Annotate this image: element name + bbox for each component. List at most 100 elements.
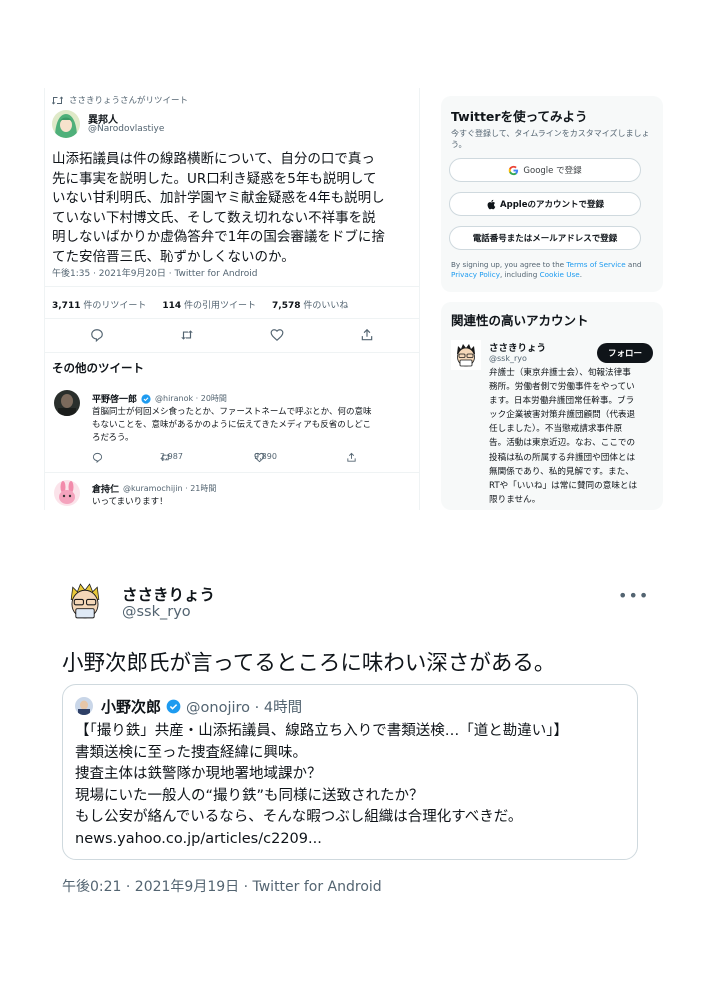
legal-period: .	[579, 270, 582, 279]
like-icon[interactable]	[270, 328, 284, 342]
tweet-line: ろだろう。	[92, 433, 134, 443]
like-count: 9,890	[254, 452, 277, 461]
column-border-left	[44, 88, 45, 510]
tweet-text: 山添拓議員は件の線路横断について、自分の口で真っ 先に事実を説明した。UR口利き…	[52, 150, 412, 267]
avatar[interactable]	[62, 578, 108, 624]
share-icon[interactable]	[360, 328, 374, 342]
tweet-header: 倉持仁 @kuramochijin · 21時間	[92, 482, 216, 495]
quote-count: 114	[162, 301, 182, 311]
reply-icon[interactable]	[90, 328, 104, 342]
tweet-actions: 2,987 9,890	[92, 452, 372, 466]
like-stat[interactable]: 7,578 件のいいね	[272, 298, 348, 311]
divider	[44, 286, 420, 287]
divider	[44, 472, 420, 473]
avatar[interactable]	[54, 390, 80, 416]
display-name[interactable]: ささきりょう	[122, 583, 215, 605]
bio-line: ック企業被害対策弁護団顧問（代表退	[489, 410, 636, 421]
tweet-line: ていない下村博文氏、そして数え切れない不祥事を説	[52, 209, 376, 226]
apple-icon	[486, 199, 496, 210]
signup-subtitle: 今すぐ登録して、タイムラインをカスタマイズしましょ う。	[451, 128, 657, 150]
tweet-line: いってまいります！	[92, 497, 168, 507]
like-action[interactable]: 9,890	[254, 452, 277, 463]
reply-icon[interactable]	[92, 452, 103, 463]
handle-time[interactable]: @hiranok · 20時間	[155, 393, 227, 404]
quote-line: 現場にいた一般人の“撮り鉄”も同様に送致されたか？	[75, 787, 424, 804]
like-count: 7,578	[272, 301, 301, 311]
apple-signup-label: Appleのアカウントで登録	[500, 200, 604, 210]
retweet-icon	[52, 96, 63, 105]
phone-email-signup-label: 電話番号またはメールアドレスで登録	[472, 234, 618, 244]
tweet-line: 首脳同士が何回メシ食ったとか、ファーストネームで呼ぶとか、何の意味	[92, 407, 372, 417]
retweet-icon[interactable]	[180, 328, 194, 342]
quoted-tweet[interactable]: 小野次郎 @onojiro · 4時間 【「撮り鉄」共産・山添拓議員、線路立ち入…	[62, 684, 638, 860]
divider	[44, 352, 420, 353]
tweet-timestamp[interactable]: 午後1:35 · 2021年9月20日 · Twitter for Androi…	[52, 266, 258, 279]
share-icon[interactable]	[346, 452, 357, 463]
tweet-line: 先に事実を説明した。UR口利き疑惑を5年も説明して	[52, 170, 377, 187]
tweet-stats: 3,711 件のリツイート 114 件の引用ツイート 7,578 件のいいね	[52, 298, 348, 311]
retweet-stat[interactable]: 3,711 件のリツイート	[52, 298, 146, 311]
handle-time[interactable]: @kuramochijin · 21時間	[123, 483, 216, 494]
verified-badge-icon	[166, 699, 181, 714]
tweet-line: 明しないばかりか虚偽答弁で1年の国会審議をドブに捨	[52, 229, 385, 245]
retweet-count: 3,711	[52, 301, 81, 311]
display-name[interactable]: ささきりょう	[489, 340, 546, 354]
like-stat-label: 件のいいね	[303, 301, 349, 311]
avatar[interactable]	[451, 340, 481, 370]
quoted-tweet-header: 小野次郎 @onojiro · 4時間	[101, 696, 302, 717]
phone-email-signup-button[interactable]: 電話番号またはメールアドレスで登録	[449, 226, 641, 250]
bio-line: 弁護士（東京弁護士会）、旬報法律事	[489, 368, 631, 378]
cookie-link[interactable]: Cookie Use	[540, 270, 580, 279]
quote-stat-label: 件の引用ツイート	[184, 301, 257, 311]
subtitle-line: 今すぐ登録して、タイムラインをカスタマイズしましょ	[451, 129, 650, 138]
tweet-line: もないことを、意味があるかのように伝えてきたメディアも反省のしどこ	[92, 420, 371, 430]
tweet-text: いってまいります！	[92, 496, 410, 509]
user-handle[interactable]: @ssk_ryo	[122, 604, 191, 620]
bio-line: 務所。労働者側で労働事件をやってい	[489, 382, 635, 393]
user-handle[interactable]: @ssk_ryo	[489, 354, 527, 363]
avatar[interactable]	[52, 110, 80, 138]
tweet-line: てた安倍晋三氏、恥ずかしくないのか。	[52, 248, 295, 265]
related-accounts-card: 関連性の高いアカウント ささきりょう @ssk_ryo フォロー 弁護士（東京弁…	[441, 302, 663, 510]
retweet-count: 2,987	[160, 452, 183, 461]
tweet-text: 首脳同士が何回メシ食ったとか、ファーストネームで呼ぶとか、何の意味 もないことを…	[92, 406, 410, 445]
user-handle[interactable]: @Narodovlastiye	[88, 124, 164, 134]
legal-including: , including	[499, 270, 540, 279]
handle-time: @onojiro · 4時間	[186, 700, 303, 716]
retweet-context[interactable]: ささきりょうさんがリツイート	[52, 94, 188, 106]
bio-line: 任しました）。不当懲戒請求事件原	[489, 424, 623, 435]
bio-line: ます。日本労働弁護団常任幹事。ブラ	[489, 396, 635, 407]
tweet-text: 小野次郎氏が言ってるところに味わい深さがある。	[62, 651, 556, 676]
more-options-icon[interactable]: •••	[618, 586, 649, 605]
display-name: 小野次郎	[101, 698, 162, 716]
bio-line: 投稿は私の所属する弁護団や団体とは	[489, 452, 636, 463]
column-border-right	[419, 88, 420, 510]
quote-link[interactable]: news.yahoo.co.jp/articles/c2209...	[75, 829, 631, 851]
main-column: ささきりょうさんがリツイート 異邦人 @Narodovlastiye 山添拓議員…	[44, 88, 420, 510]
apple-signup-button[interactable]: Appleのアカウントで登録	[449, 192, 641, 216]
google-signup-button[interactable]: Google で登録	[449, 158, 641, 182]
related-accounts-title: 関連性の高いアカウント	[451, 313, 589, 328]
bio-line: 告。活動は東京近辺。なお、ここでの	[489, 438, 636, 449]
tweet-line: いない甘利明氏、加計学園ヤミ献金疑惑を4年も説明し	[52, 190, 385, 206]
quoted-tweet-text: 【「撮り鉄」共産・山添拓議員、線路立ち入りで書類送検…「道と勘違い」】 書類送検…	[75, 721, 631, 850]
retweet-label: ささきりょうさんがリツイート	[69, 96, 189, 106]
quote-stat[interactable]: 114 件の引用ツイート	[162, 298, 256, 311]
signup-title: Twitterを使ってみよう	[451, 109, 588, 124]
privacy-link[interactable]: Privacy Policy	[451, 270, 500, 279]
section-title-more-tweets: その他のツイート	[52, 361, 144, 375]
tweet-timestamp[interactable]: 午後0:21 · 2021年9月19日 · Twitter for Androi…	[62, 876, 382, 896]
verified-badge-icon	[141, 393, 151, 404]
retweet-action[interactable]: 2,987	[160, 452, 183, 463]
follow-button[interactable]: フォロー	[597, 343, 653, 363]
quote-line: 書類送検に至った捜査経緯に興味。	[75, 744, 307, 761]
avatar[interactable]	[54, 480, 80, 506]
embedded-tweet: ささきりょう @ssk_ryo ••• 小野次郎氏が言ってるところに味わい深さが…	[44, 556, 656, 918]
display-name[interactable]: 平野啓一郎	[92, 392, 137, 405]
signup-legal-text: By signing up, you agree to the Terms of…	[451, 260, 657, 280]
tweet-header: 平野啓一郎 @hiranok · 20時間	[92, 392, 227, 405]
terms-link[interactable]: Terms of Service	[566, 260, 625, 269]
display-name[interactable]: 倉持仁	[92, 482, 119, 495]
retweet-stat-label: 件のリツイート	[83, 301, 147, 311]
tweet-line: 山添拓議員は件の線路横断について、自分の口で真っ	[52, 151, 375, 167]
